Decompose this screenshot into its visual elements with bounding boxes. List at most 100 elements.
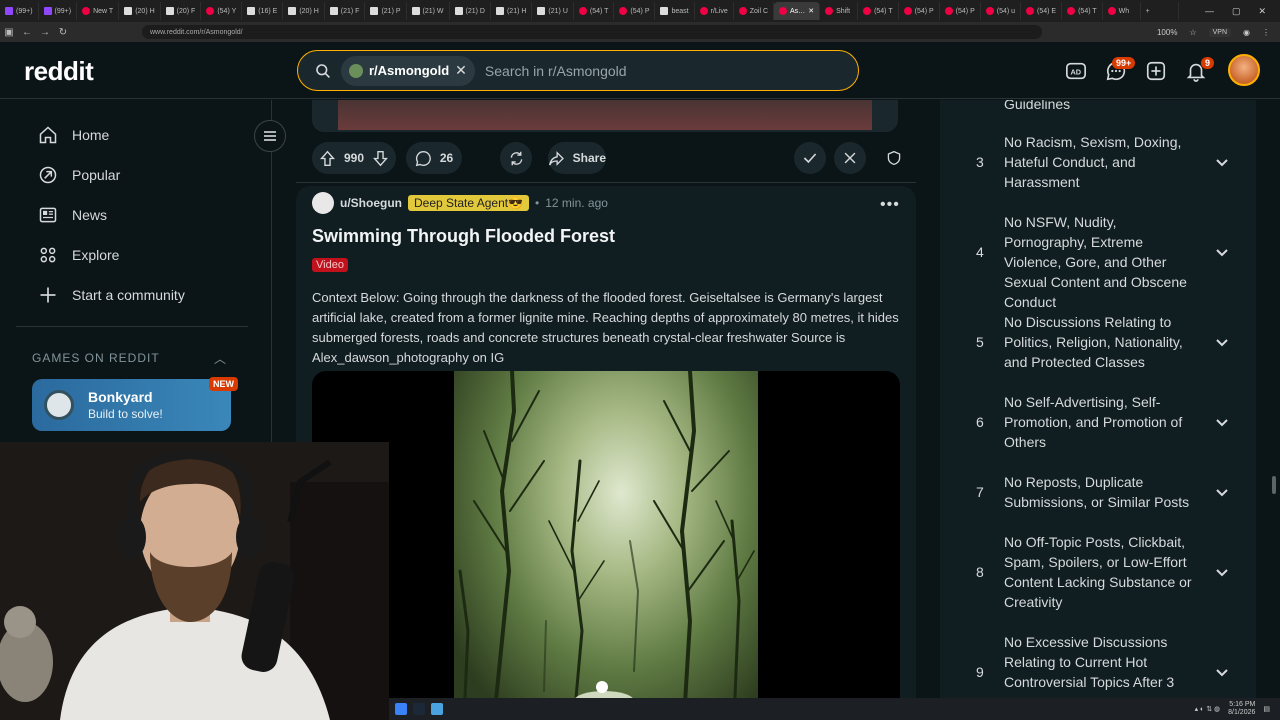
close-window-icon[interactable]: ✕ <box>1258 6 1266 17</box>
sidebar-item-start-community[interactable]: Start a community <box>38 285 185 305</box>
approve-button[interactable] <box>794 142 826 174</box>
chevron-up-icon[interactable]: ︿ <box>214 350 226 367</box>
search-input[interactable] <box>484 62 845 79</box>
forward-icon[interactable]: → <box>36 27 54 38</box>
browser-tab[interactable]: (21) W <box>407 2 450 20</box>
browser-tab[interactable]: Shift <box>820 2 859 20</box>
zoom-level[interactable]: 100% <box>1157 28 1177 37</box>
sidebar-item-label: News <box>72 207 108 223</box>
sidebar-toggle-icon[interactable]: ▣ <box>0 27 18 38</box>
upvote-icon[interactable] <box>319 150 336 167</box>
x-icon <box>454 7 463 15</box>
sidebar-item-news[interactable]: News <box>38 205 107 225</box>
create-post-icon[interactable] <box>1145 60 1167 82</box>
sidebar-item-popular[interactable]: Popular <box>38 165 120 185</box>
back-icon[interactable]: ← <box>18 27 36 38</box>
browser-tab[interactable]: r/Live <box>695 2 734 20</box>
browser-tab[interactable]: (21) H <box>491 2 533 20</box>
remove-button[interactable] <box>834 142 866 174</box>
new-tab-button[interactable]: + <box>1141 2 1179 20</box>
tab-close-icon[interactable]: ✕ <box>808 7 814 15</box>
post-flair[interactable]: Video <box>312 258 348 272</box>
tab-label: (54) E <box>1037 7 1057 15</box>
browser-tab[interactable]: (21) P <box>365 2 407 20</box>
share-button[interactable]: Share <box>548 142 606 174</box>
page-scrollbar[interactable] <box>1272 476 1276 494</box>
browser-tab[interactable]: (54) u <box>981 2 1022 20</box>
browser-tab[interactable]: (21) F <box>325 2 366 20</box>
sidebar-item-home[interactable]: Home <box>38 125 109 145</box>
post-card[interactable]: u/Shoegun Deep State Agent😎 • 12 min. ag… <box>296 186 916 720</box>
chevron-down-icon[interactable] <box>1214 334 1230 350</box>
comments-button[interactable]: 26 <box>406 142 462 174</box>
tray-icons[interactable]: ▴ ◐ ⇅ ◍ <box>1195 705 1221 713</box>
chevron-down-icon[interactable] <box>1214 664 1230 680</box>
browser-tab[interactable]: (16) E <box>242 2 284 20</box>
chevron-down-icon[interactable] <box>1214 414 1230 430</box>
collapse-sidebar-button[interactable] <box>254 120 286 152</box>
bookmark-icon[interactable]: ☆ <box>1189 28 1196 37</box>
previous-post-media[interactable] <box>312 100 898 132</box>
browser-tab[interactable]: (20) H <box>283 2 325 20</box>
advertise-icon[interactable]: AD <box>1065 60 1087 82</box>
url-field[interactable]: www.reddit.com/r/Asmongold/ <box>142 25 1042 39</box>
browser-tab[interactable]: (54) P <box>614 2 656 20</box>
post-author[interactable]: u/Shoegun <box>340 196 402 210</box>
browser-tab[interactable]: (21) U <box>532 2 574 20</box>
minimize-icon[interactable]: — <box>1205 6 1214 17</box>
video-player[interactable] <box>312 371 900 720</box>
browser-tab[interactable]: beast <box>655 2 695 20</box>
chevron-down-icon[interactable] <box>1214 484 1230 500</box>
browser-tab[interactable]: (54) P <box>899 2 940 20</box>
youtube-icon <box>903 7 912 15</box>
browser-tab[interactable]: (20) H <box>119 2 161 20</box>
post-title[interactable]: Swimming Through Flooded Forest <box>312 226 615 247</box>
user-avatar-small[interactable] <box>312 192 334 214</box>
browser-tab[interactable]: New T <box>77 2 120 20</box>
youtube-icon <box>985 7 994 15</box>
vpn-button[interactable]: VPN <box>1208 27 1232 37</box>
menu-icon[interactable]: ⋮ <box>1262 28 1270 37</box>
downvote-icon[interactable] <box>372 150 389 167</box>
browser-tab-active[interactable]: As… ✕ <box>774 2 821 20</box>
app-icon[interactable] <box>431 703 443 715</box>
youtube-icon <box>578 7 587 15</box>
browser-tab[interactable]: Wh <box>1103 2 1141 20</box>
previous-post-action-bar: 990 26 Share <box>312 142 902 174</box>
plus-icon <box>40 287 56 303</box>
reddit-logo[interactable]: reddit <box>24 56 94 87</box>
maximize-icon[interactable]: ▢ <box>1232 6 1241 17</box>
sidebar-item-label: Start a community <box>72 287 185 303</box>
profile-icon[interactable]: ◉ <box>1243 28 1250 37</box>
tab-label: Wh <box>1118 7 1130 15</box>
chevron-down-icon[interactable] <box>1214 564 1230 580</box>
mod-shield-button[interactable] <box>878 142 910 174</box>
subreddit-chip[interactable]: r/Asmongold ✕ <box>341 55 475 86</box>
browser-tab[interactable]: (54) T <box>574 2 615 20</box>
close-icon <box>844 152 856 164</box>
notification-center-icon[interactable]: ▤ <box>1263 705 1270 713</box>
browser-tab[interactable]: (54) Y <box>201 2 243 20</box>
remove-chip-icon[interactable]: ✕ <box>455 62 467 79</box>
browser-tab[interactable]: (99+) <box>39 2 78 20</box>
browser-tab[interactable]: (21) D <box>450 2 491 20</box>
browser-tab[interactable]: (20) F <box>161 2 202 20</box>
clock[interactable]: 5:16 PM 8/1/2026 <box>1228 701 1255 717</box>
browser-tab[interactable]: Zoil C <box>734 2 775 20</box>
browser-tab[interactable]: (99+) <box>0 2 39 20</box>
chevron-down-icon[interactable] <box>1214 154 1230 170</box>
browser-tab[interactable]: (54) T <box>858 2 899 20</box>
browser-tab[interactable]: (54) T <box>1062 2 1103 20</box>
steam-icon[interactable] <box>413 703 425 715</box>
game-card-bonkyard[interactable]: Bonkyard Build to solve! <box>32 379 231 431</box>
more-options-icon[interactable]: ••• <box>880 196 900 214</box>
reload-icon[interactable]: ↻ <box>54 27 72 38</box>
browser-tab[interactable]: (54) E <box>1021 2 1063 20</box>
sidebar-item-explore[interactable]: Explore <box>38 245 119 265</box>
user-avatar[interactable] <box>1228 54 1260 86</box>
browser-tab[interactable]: (54) P <box>940 2 981 20</box>
files-icon[interactable] <box>395 703 407 715</box>
chevron-down-icon[interactable] <box>1214 244 1230 260</box>
search-bar[interactable]: r/Asmongold ✕ <box>297 50 859 91</box>
crosspost-button[interactable] <box>500 142 532 174</box>
